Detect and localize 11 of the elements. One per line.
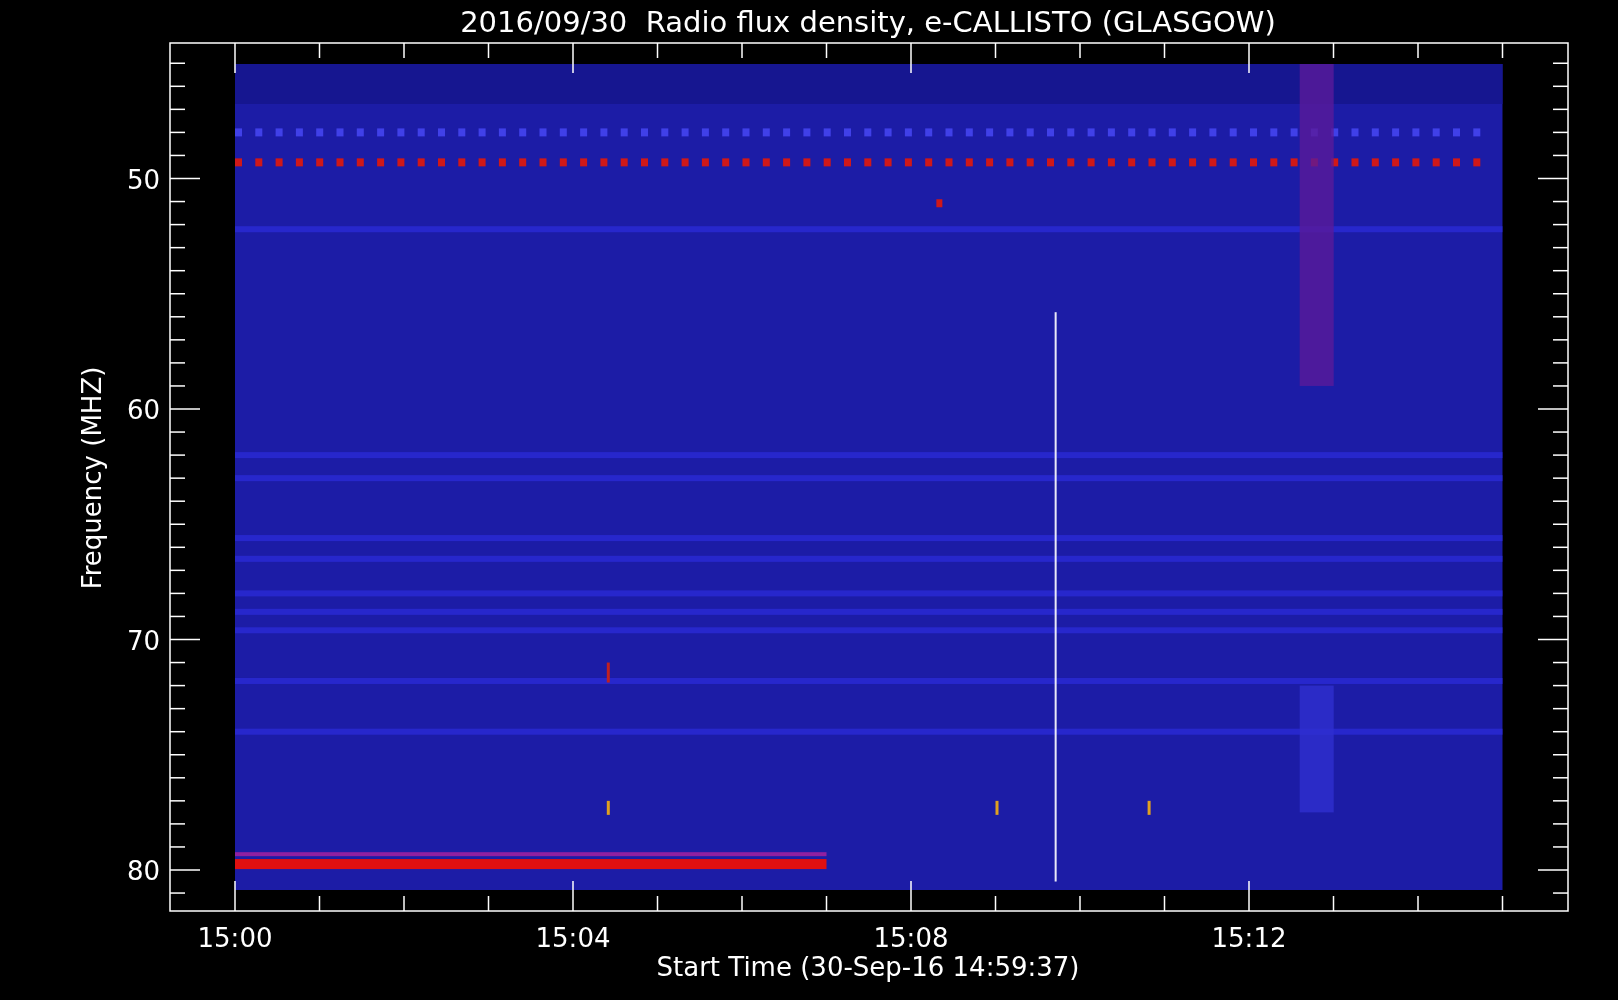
y-tick-label: 70: [126, 625, 160, 656]
y-tick-label: 50: [126, 164, 160, 195]
x-tick-label: 15:12: [1211, 923, 1287, 953]
x-tick-label: 15:08: [873, 923, 949, 953]
y-tick-label: 60: [126, 395, 160, 425]
y-tick-label: 80: [126, 856, 160, 886]
plot-title: 2016/09/30 Radio flux density, e-CALLISTO (GLASGOW): [460, 5, 1276, 39]
y-axis-label: Frequency (MHZ): [77, 366, 107, 590]
x-tick-label: 15:04: [535, 923, 611, 953]
x-axis-label: Start Time (30-Sep-16 14:59:37): [656, 952, 1080, 982]
x-tick-label: 15:00: [197, 923, 273, 953]
